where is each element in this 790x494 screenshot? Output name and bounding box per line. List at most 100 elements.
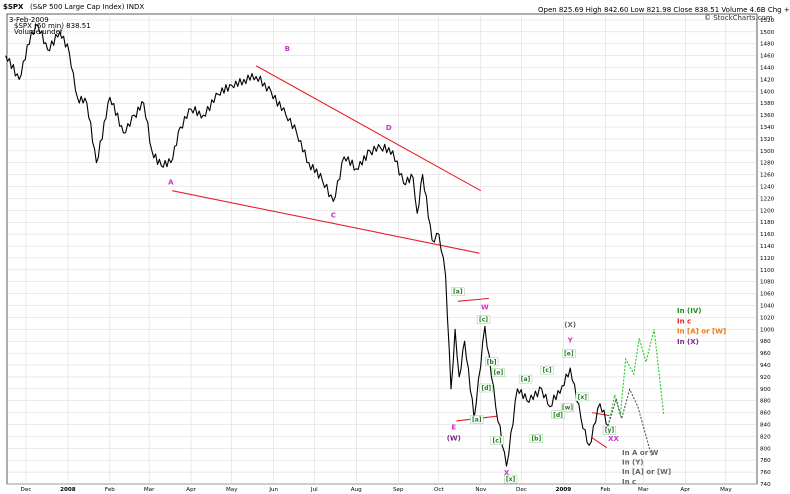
legend-top-item: In c [677, 317, 691, 325]
y-tick-label: 1120 [760, 256, 775, 262]
wave-label: [c] [543, 367, 552, 374]
legend-top-item: In (IV) [677, 307, 701, 315]
y-tick-label: 1240 [760, 185, 775, 191]
legend-bottom-item: In A or W [622, 449, 659, 457]
wave-label: B [285, 45, 290, 53]
price-chart: 740 760 780 800 820 840 860 880 900 920 940 960 980 1… [3, 3, 790, 493]
y-tick-label: 1460 [760, 54, 775, 60]
legend-volume: Volume undef [14, 28, 63, 36]
wave-label: D [386, 124, 392, 132]
wave-label: [e] [494, 370, 504, 377]
y-tick-label: 1020 [760, 315, 775, 321]
wave-label: [d] [553, 412, 563, 419]
y-tick-label: 860 [760, 411, 771, 417]
header-symbol: $SPX [3, 3, 24, 11]
y-tick-label: 900 [760, 387, 771, 393]
wave-label: [b] [487, 359, 497, 366]
y-tick-label: 1360 [760, 113, 775, 119]
wave-label: [y] [605, 427, 615, 434]
wave-label: E [451, 423, 456, 431]
y-axis: 740 760 780 800 820 840 860 880 900 920 940 960 980 1… [760, 18, 775, 488]
x-tick-label: Nov [475, 487, 487, 493]
x-tick-label: Mar [144, 487, 155, 493]
legend-top-item: In (X) [677, 338, 699, 346]
x-tick-label: 2008 [60, 487, 76, 493]
wave-label: [c] [493, 437, 502, 444]
wave-label: [w] [562, 405, 573, 412]
y-tick-label: 1420 [760, 77, 775, 83]
x-tick-label: 2009 [556, 487, 572, 493]
y-tick-label: 1140 [760, 244, 775, 250]
legend-top-item: In [A] or [W] [677, 328, 726, 336]
y-tick-label: 1480 [760, 42, 775, 48]
x-tick-label: Apr [186, 487, 196, 493]
x-tick-label: Aug [351, 487, 362, 493]
y-tick-label: 800 [760, 446, 771, 452]
y-tick-label: 1300 [760, 149, 775, 155]
y-tick-label: 820 [760, 434, 771, 440]
wave-label: (W) [447, 435, 461, 443]
wave-label: [x] [506, 476, 516, 483]
x-tick-label: Jun [268, 487, 278, 493]
x-axis: Dec 2008 Feb Mar Apr May Jun Jul Aug Sep Oct Nov Dec… [21, 487, 733, 493]
plot-background [6, 13, 758, 485]
x-tick-label: May [720, 487, 732, 493]
wave-label: [a] [472, 417, 482, 424]
y-tick-label: 1340 [760, 125, 775, 131]
y-tick-label: 1400 [760, 89, 775, 95]
y-tick-label: 1200 [760, 208, 775, 214]
y-tick-label: 1280 [760, 161, 775, 167]
wave-label: XX [608, 435, 619, 443]
y-tick-label: 740 [760, 482, 771, 488]
x-tick-label: Oct [434, 487, 444, 493]
y-tick-label: 1160 [760, 232, 775, 238]
y-tick-label: 840 [760, 423, 771, 429]
y-tick-label: 1180 [760, 220, 775, 226]
header-ohlc: Open 825.69 High 842.60 Low 821.98 Close… [538, 6, 790, 14]
wave-label: [b] [531, 436, 541, 443]
x-tick-label: Apr [680, 487, 690, 493]
y-tick-label: 960 [760, 351, 771, 357]
y-tick-label: 1080 [760, 280, 775, 286]
x-tick-label: May [226, 487, 238, 493]
wave-label: W [481, 304, 489, 312]
y-tick-label: 1000 [760, 327, 775, 333]
y-tick-label: 1220 [760, 196, 775, 202]
wave-label: [a] [521, 376, 531, 383]
header-description: (S&P 500 Large Cap Index) INDX [30, 3, 144, 11]
x-tick-label: Sep [393, 487, 404, 493]
watermark: © StockCharts.com [704, 14, 773, 22]
y-tick-label: 780 [760, 458, 771, 464]
wave-label: [a] [453, 289, 463, 296]
y-tick-label: 760 [760, 470, 771, 476]
legend-bottom-item: In c [622, 478, 636, 486]
y-tick-label: 920 [760, 375, 771, 381]
wave-label: (X) [564, 321, 576, 329]
y-tick-label: 940 [760, 363, 771, 369]
y-tick-label: 1320 [760, 137, 775, 143]
y-tick-label: 1040 [760, 304, 775, 310]
y-tick-label: 1260 [760, 173, 775, 179]
legend-bottom-item: In [A] or [W] [622, 468, 671, 476]
x-tick-label: Dec [21, 487, 32, 493]
legend-bottom-item: In (Y) [622, 459, 644, 467]
y-tick-label: 980 [760, 339, 771, 345]
wave-label: C [331, 211, 336, 219]
wave-label: [x] [578, 394, 588, 401]
x-tick-label: Dec [516, 487, 527, 493]
x-tick-label: Feb [600, 487, 610, 493]
wave-label: [e] [564, 350, 574, 357]
chart-frame: 740 760 780 800 820 840 860 880 900 920 940 960 980 1… [0, 0, 790, 494]
wave-label: A [168, 179, 174, 187]
y-tick-label: 1100 [760, 268, 775, 274]
y-tick-label: 1380 [760, 101, 775, 107]
x-tick-label: Feb [105, 487, 115, 493]
y-tick-label: 1060 [760, 292, 775, 298]
y-tick-label: 1440 [760, 66, 775, 72]
x-tick-label: Mar [638, 487, 649, 493]
wave-label: [c] [479, 317, 488, 324]
y-tick-label: 1500 [760, 30, 775, 36]
y-tick-label: 880 [760, 399, 771, 405]
wave-label: [d] [481, 385, 491, 392]
x-tick-label: Jul [310, 487, 318, 493]
